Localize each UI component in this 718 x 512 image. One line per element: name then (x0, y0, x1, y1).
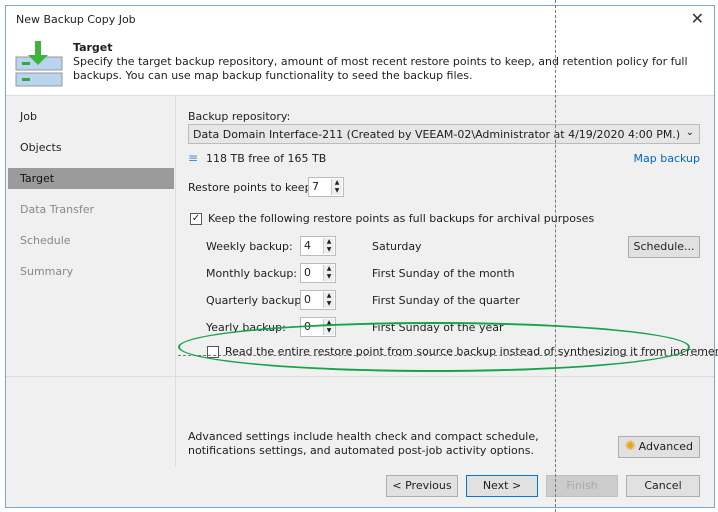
title-bar: New Backup Copy Job ✕ (6, 6, 714, 33)
target-panel: Backup repository: Data Domain Interface… (178, 96, 718, 466)
dialog-window: New Backup Copy Job ✕ Target Specify the… (5, 5, 718, 508)
backup-target-icon (15, 41, 63, 87)
quarterly-desc: First Sunday of the quarter (372, 294, 520, 307)
step-schedule: Schedule (20, 234, 71, 247)
gfs-label: Keep the following restore points as ful… (208, 212, 595, 225)
monthly-desc: First Sunday of the month (372, 267, 515, 280)
wizard-header: Target Specify the target backup reposit… (6, 33, 714, 96)
close-icon[interactable]: ✕ (691, 9, 704, 28)
next-button[interactable]: Next > (466, 475, 538, 497)
guide-line-vertical (555, 0, 556, 512)
page-title: Target (73, 41, 113, 54)
quarterly-stepper[interactable]: 0 ▲ ▼ (300, 290, 336, 310)
spin-arrows-icon[interactable]: ▲ ▼ (323, 292, 334, 308)
step-objects[interactable]: Objects (8, 137, 174, 158)
step-summary: Summary (20, 265, 74, 278)
gfs-checkbox[interactable]: ✓ (190, 213, 202, 225)
previous-button[interactable]: < Previous (386, 475, 458, 497)
restore-points-stepper[interactable]: 7 ▲ ▼ (308, 177, 344, 197)
free-space: 118 TB free of 165 TB (206, 152, 327, 165)
spin-arrows-icon[interactable]: ▲ ▼ (323, 265, 334, 281)
advanced-description: Advanced settings include health check a… (188, 430, 539, 457)
map-backup-link[interactable]: Map backup (634, 152, 700, 165)
window-title: New Backup Copy Job (16, 13, 136, 26)
highlight-ellipse (178, 322, 690, 372)
chevron-down-icon: ⌄ (685, 127, 694, 138)
quarterly-label: Quarterly backup: (206, 294, 306, 307)
gear-icon: ✺ (625, 439, 636, 454)
wizard-steps: Job Objects Target Data Transfer Schedul… (8, 96, 176, 466)
step-job[interactable]: Job (8, 106, 174, 127)
advanced-button[interactable]: ✺ Advanced (618, 436, 700, 458)
repo-value: Data Domain Interface-211 (Created by VE… (193, 128, 681, 141)
cancel-button[interactable]: Cancel (626, 475, 700, 497)
weekly-label: Weekly backup: (206, 240, 293, 253)
database-icon: ≡ (188, 151, 199, 165)
page-description: Specify the target backup repository, am… (73, 55, 688, 82)
footer-divider (6, 376, 714, 377)
spin-arrows-icon[interactable]: ▲ ▼ (331, 179, 342, 195)
weekly-stepper[interactable]: 4 ▲ ▼ (300, 236, 336, 256)
monthly-stepper[interactable]: 0 ▲ ▼ (300, 263, 336, 283)
step-data-transfer: Data Transfer (20, 203, 94, 216)
backup-repository-select[interactable]: Data Domain Interface-211 (Created by VE… (188, 124, 700, 144)
restore-points-label: Restore points to keep: (188, 181, 316, 194)
schedule-button[interactable]: Schedule... (628, 236, 700, 258)
step-target[interactable]: Target (8, 168, 174, 189)
monthly-label: Monthly backup: (206, 267, 298, 280)
weekly-desc: Saturday (372, 240, 422, 253)
finish-button: Finish (546, 475, 618, 497)
spin-arrows-icon[interactable]: ▲ ▼ (323, 238, 334, 254)
repo-label: Backup repository: (188, 110, 291, 123)
